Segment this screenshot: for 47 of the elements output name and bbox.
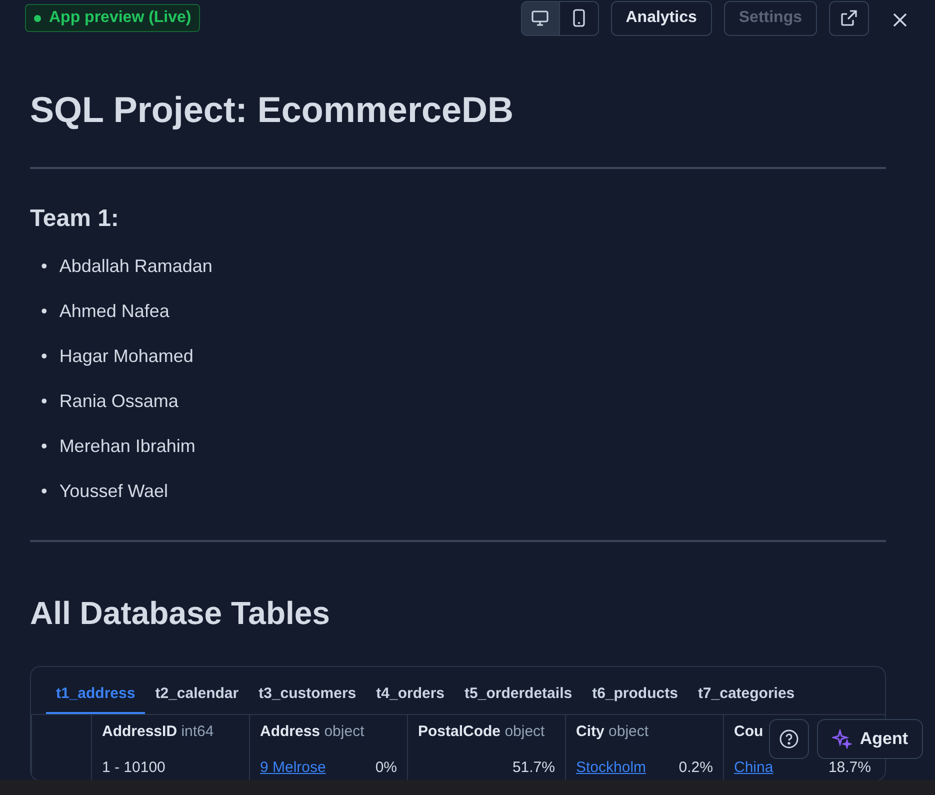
table-cell-text: 18.7% xyxy=(828,758,871,778)
column-header: City object xyxy=(565,714,723,750)
cell-link[interactable]: Stockholm xyxy=(576,757,646,780)
list-item: Youssef Wael xyxy=(59,480,168,503)
bullet: • xyxy=(41,390,48,413)
sparkle-icon xyxy=(832,729,852,749)
column-header: Address object xyxy=(249,714,407,750)
table-tab[interactable]: t5_orderdetails xyxy=(454,679,582,714)
agent-button[interactable]: Agent xyxy=(816,719,923,759)
list-item: Hagar Mohamed xyxy=(59,344,194,368)
desktop-view-toggle[interactable] xyxy=(520,0,560,36)
cell-link[interactable]: 9 Melrose xyxy=(260,757,326,780)
list-item: Ahmed Nafea xyxy=(59,300,170,323)
bullet: • xyxy=(41,300,48,323)
bullet: • xyxy=(41,434,48,458)
table-tab[interactable]: t2_calendar xyxy=(145,679,249,714)
toolbar-button[interactable]: Analytics xyxy=(610,0,712,36)
list-item: Merehan Ibrahim xyxy=(59,434,196,458)
list-item: Rania Ossama xyxy=(59,390,178,413)
list-item: Abdallah Ramadan xyxy=(59,254,212,278)
phone-icon xyxy=(572,8,586,27)
help-button[interactable] xyxy=(768,719,809,759)
open-external-button[interactable] xyxy=(829,0,869,36)
table-cell-text: 0.2% xyxy=(678,758,713,778)
column-header: PostalCode object xyxy=(407,714,565,750)
section-heading: All Database Tables xyxy=(30,594,331,632)
bullet: • xyxy=(41,254,48,278)
cell-link[interactable]: China xyxy=(734,757,774,780)
table-cell-text: 1 - 10100 xyxy=(102,758,166,778)
external-link-icon xyxy=(840,8,858,27)
table-cell-text: 0% xyxy=(375,758,397,778)
bullet: • xyxy=(41,344,48,368)
table-tab[interactable]: t3_customers xyxy=(248,679,366,714)
table-tab[interactable]: t4_orders xyxy=(366,679,455,714)
table-tab[interactable]: t1_address xyxy=(46,679,146,714)
help-icon xyxy=(778,728,799,749)
table-tab[interactable]: t6_products xyxy=(582,679,688,714)
page-title: SQL Project: EcommerceDB xyxy=(30,88,515,132)
mobile-view-toggle[interactable] xyxy=(560,0,599,36)
status-badge: App preview (Live) xyxy=(25,4,200,32)
table-cell-text: 51.7% xyxy=(512,758,555,778)
column-header: AddressID int64 xyxy=(91,714,249,750)
table-tab[interactable]: t7_categories xyxy=(688,679,805,714)
bullet: • xyxy=(41,480,48,503)
team-heading: Team 1: xyxy=(30,205,120,234)
close-icon xyxy=(893,12,907,27)
desktop-icon xyxy=(531,8,550,27)
